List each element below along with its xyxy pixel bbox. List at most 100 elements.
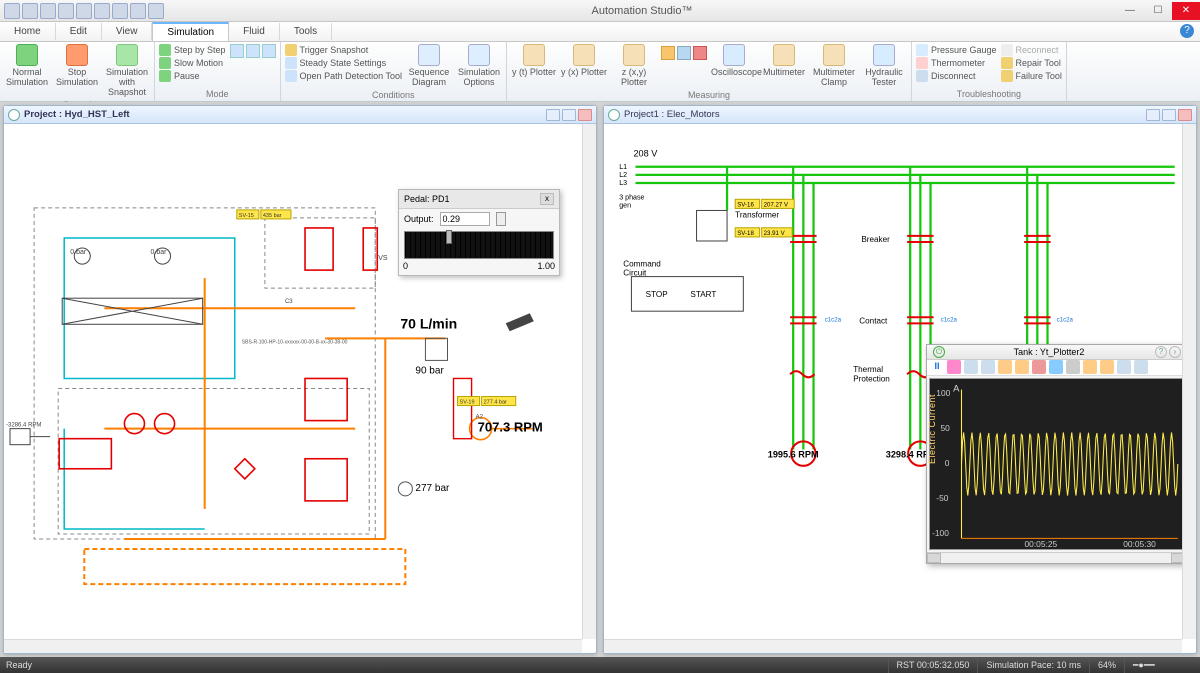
svg-text:CommandCircuit: CommandCircuit [623,259,660,277]
mode-icon[interactable] [246,44,260,58]
horizontal-scrollbar[interactable] [604,639,1182,653]
qa-icon[interactable] [76,3,92,19]
plotter-hscroll[interactable] [927,552,1185,563]
mode-icon[interactable] [230,44,244,58]
plot-area[interactable]: Electric Current A 100 50 0 -50 -100 [929,378,1183,550]
stop-simulation-button[interactable]: Stop Simulation [54,44,100,88]
left-pane-body[interactable]: 0 bar 0 bar VS C3 A2 SV-15 435 bar SV-19… [4,124,596,653]
svg-text:-100: -100 [932,528,949,538]
svg-text:0 bar: 0 bar [150,249,167,256]
hydraulic-tester-button[interactable]: Hydraulic Tester [861,44,907,88]
pedal-close-button[interactable]: x [540,193,554,205]
plot-tool-icon[interactable] [1015,360,1029,374]
right-pane-body[interactable]: 208 V L1 L2 L3 3 phasegen Transformer Br… [604,124,1196,653]
pane-minimize-button[interactable] [546,109,560,121]
tab-tools[interactable]: Tools [280,23,332,40]
qa-icon[interactable] [4,3,20,19]
maximize-button[interactable]: ☐ [1144,2,1172,20]
plotter-window[interactable]: ⏻ Tank : Yt_Plotter2 ? › II [926,344,1186,564]
yt-plotter-button[interactable]: y (t) Plotter [511,44,557,78]
tab-home[interactable]: Home [0,23,56,40]
pedal-slider[interactable] [404,231,554,259]
slider-knob[interactable] [446,230,452,244]
pane-restore-button[interactable] [1162,109,1176,121]
simulation-options-button[interactable]: Simulation Options [456,44,502,88]
status-pace: Simulation Pace: 10 ms [977,657,1089,673]
help-icon[interactable]: ? [1180,24,1194,38]
plot-tool-icon[interactable] [1117,360,1131,374]
plotter-help-icon[interactable]: ? [1155,346,1167,358]
plot-tool-icon[interactable] [1100,360,1114,374]
oscilloscope-button[interactable]: Oscilloscope [711,44,757,78]
vertical-scrollbar[interactable] [1182,124,1196,639]
yx-plotter-button[interactable]: y (x) Plotter [561,44,607,78]
zoom-slider[interactable]: ━●━━ [1124,657,1194,673]
tab-fluid[interactable]: Fluid [229,23,280,40]
tab-simulation[interactable]: Simulation [152,22,229,41]
mode-icon[interactable] [262,44,276,58]
right-pane-titlebar[interactable]: Project1 : Elec_Motors [604,106,1196,124]
svg-text:0: 0 [945,458,950,468]
scroll-left-icon[interactable] [927,553,941,563]
horizontal-scrollbar[interactable] [4,639,582,653]
app-title: Automation Studio™ [168,5,1116,17]
measuring-icon[interactable] [661,46,675,60]
slow-motion-button[interactable]: Slow Motion [159,57,226,69]
tab-view[interactable]: View [102,23,153,40]
measuring-icon[interactable] [677,46,691,60]
plot-tool-icon[interactable] [998,360,1012,374]
zoom-in-icon[interactable] [964,360,978,374]
scroll-track[interactable] [941,553,1171,563]
qa-icon[interactable] [94,3,110,19]
qa-icon[interactable] [40,3,56,19]
pause-button[interactable]: Pause [159,70,226,82]
vertical-scrollbar[interactable] [582,124,596,639]
qa-icon[interactable] [130,3,146,19]
pressure-gauge-button[interactable]: Pressure Gauge [916,44,997,56]
qa-icon[interactable] [148,3,164,19]
steady-state-button[interactable]: Steady State Settings [285,57,402,69]
multimeter-clamp-button[interactable]: Multimeter Clamp [811,44,857,88]
disconnect-button[interactable]: Disconnect [916,70,997,82]
plot-tool-icon[interactable] [947,360,961,374]
minimize-button[interactable]: — [1116,2,1144,20]
step-by-step-button[interactable]: Step by Step [159,44,226,56]
normal-simulation-button[interactable]: Normal Simulation [4,44,50,88]
measuring-icon[interactable] [693,46,707,60]
svg-text:c1c2a: c1c2a [1057,316,1074,323]
plotter-forward-icon[interactable]: › [1169,346,1181,358]
svg-text:c1c2a: c1c2a [825,316,842,323]
open-path-button[interactable]: Open Path Detection Tool [285,70,402,82]
simulation-snapshot-button[interactable]: Simulation with Snapshot [104,44,150,98]
trigger-snapshot-button[interactable]: Trigger Snapshot [285,44,402,56]
zxy-plotter-button[interactable]: z (x,y) Plotter [611,44,657,88]
svg-text:START: START [690,290,716,299]
pane-restore-button[interactable] [562,109,576,121]
sequence-diagram-button[interactable]: Sequence Diagram [406,44,452,88]
qa-icon[interactable] [112,3,128,19]
plotter-titlebar[interactable]: ⏻ Tank : Yt_Plotter2 ? › [927,345,1185,360]
multimeter-button[interactable]: Multimeter [761,44,807,78]
pane-minimize-button[interactable] [1146,109,1160,121]
qa-icon[interactable] [22,3,38,19]
pane-close-button[interactable] [1178,109,1192,121]
qa-icon[interactable] [58,3,74,19]
plot-tool-icon[interactable] [1083,360,1097,374]
failure-tool-button[interactable]: Failure Tool [1001,70,1062,82]
plot-tool-icon[interactable] [1134,360,1148,374]
right-pane-title: Project1 : Elec_Motors [624,109,720,120]
pedal-output-input[interactable] [440,212,490,226]
close-button[interactable]: ✕ [1172,2,1200,20]
zoom-out-icon[interactable] [981,360,995,374]
plot-tool-icon[interactable] [1032,360,1046,374]
plot-tool-icon[interactable] [1049,360,1063,374]
tab-edit[interactable]: Edit [56,23,102,40]
pedal-panel[interactable]: Pedal: PD1 x Output: 0 1.00 [398,189,560,276]
power-icon[interactable]: ⏻ [933,346,945,358]
thermometer-button[interactable]: Thermometer [916,57,997,69]
pane-close-button[interactable] [578,109,592,121]
repair-tool-button[interactable]: Repair Tool [1001,57,1062,69]
stepper-up-icon[interactable] [496,212,506,226]
left-pane-titlebar[interactable]: Project : Hyd_HST_Left [4,106,596,124]
pause-plot-icon[interactable]: II [930,360,944,374]
